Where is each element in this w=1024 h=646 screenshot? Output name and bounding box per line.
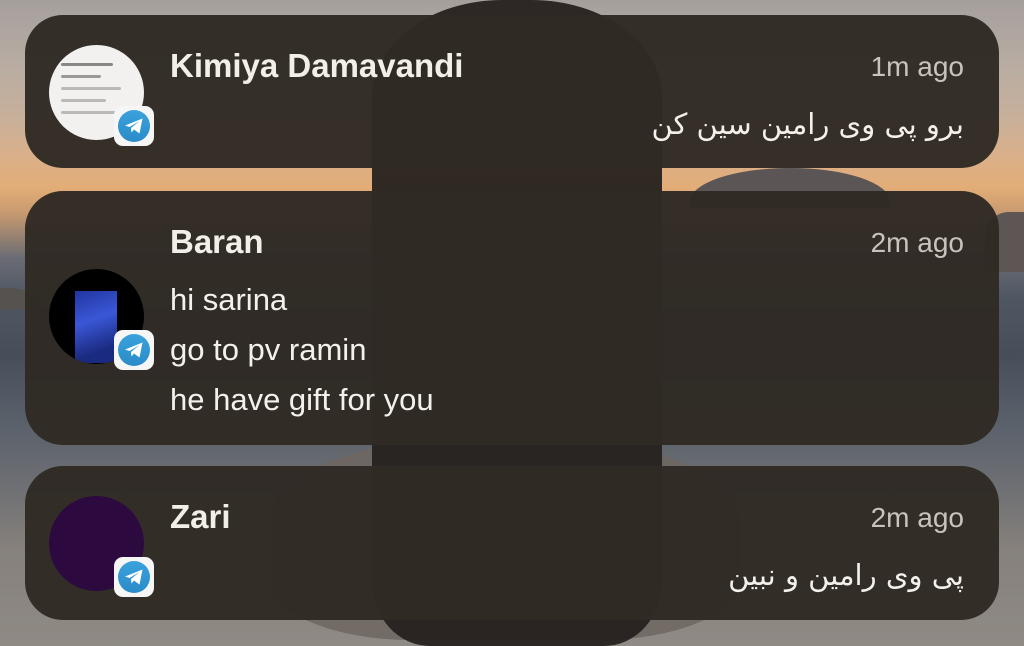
message-line: go to pv ramin — [170, 332, 367, 367]
message-text: hi sarina go to pv ramin he have gift fo… — [170, 275, 434, 425]
message-text: برو پی وی رامین سین کن — [651, 107, 964, 141]
sender-name: Kimiya Damavandi — [170, 47, 464, 84]
notification-card[interactable]: Zari 2m ago پی وی رامین و نبین — [25, 466, 999, 620]
notification-card[interactable]: Baran 2m ago hi sarina go to pv ramin he… — [25, 191, 999, 445]
message-text: پی وی رامین و نبین — [728, 558, 964, 592]
timestamp: 2m ago — [870, 502, 964, 533]
notification-card[interactable]: Kimiya Damavandi 1m ago برو پی وی رامین … — [25, 15, 999, 168]
sender-name: Baran — [170, 223, 264, 260]
message-line: he have gift for you — [170, 382, 434, 417]
telegram-icon — [114, 330, 154, 370]
telegram-icon — [114, 557, 154, 597]
sender-name: Zari — [170, 498, 231, 535]
message-line: hi sarina — [170, 282, 288, 317]
telegram-icon — [114, 106, 154, 146]
timestamp: 1m ago — [870, 51, 964, 82]
timestamp: 2m ago — [870, 227, 964, 258]
